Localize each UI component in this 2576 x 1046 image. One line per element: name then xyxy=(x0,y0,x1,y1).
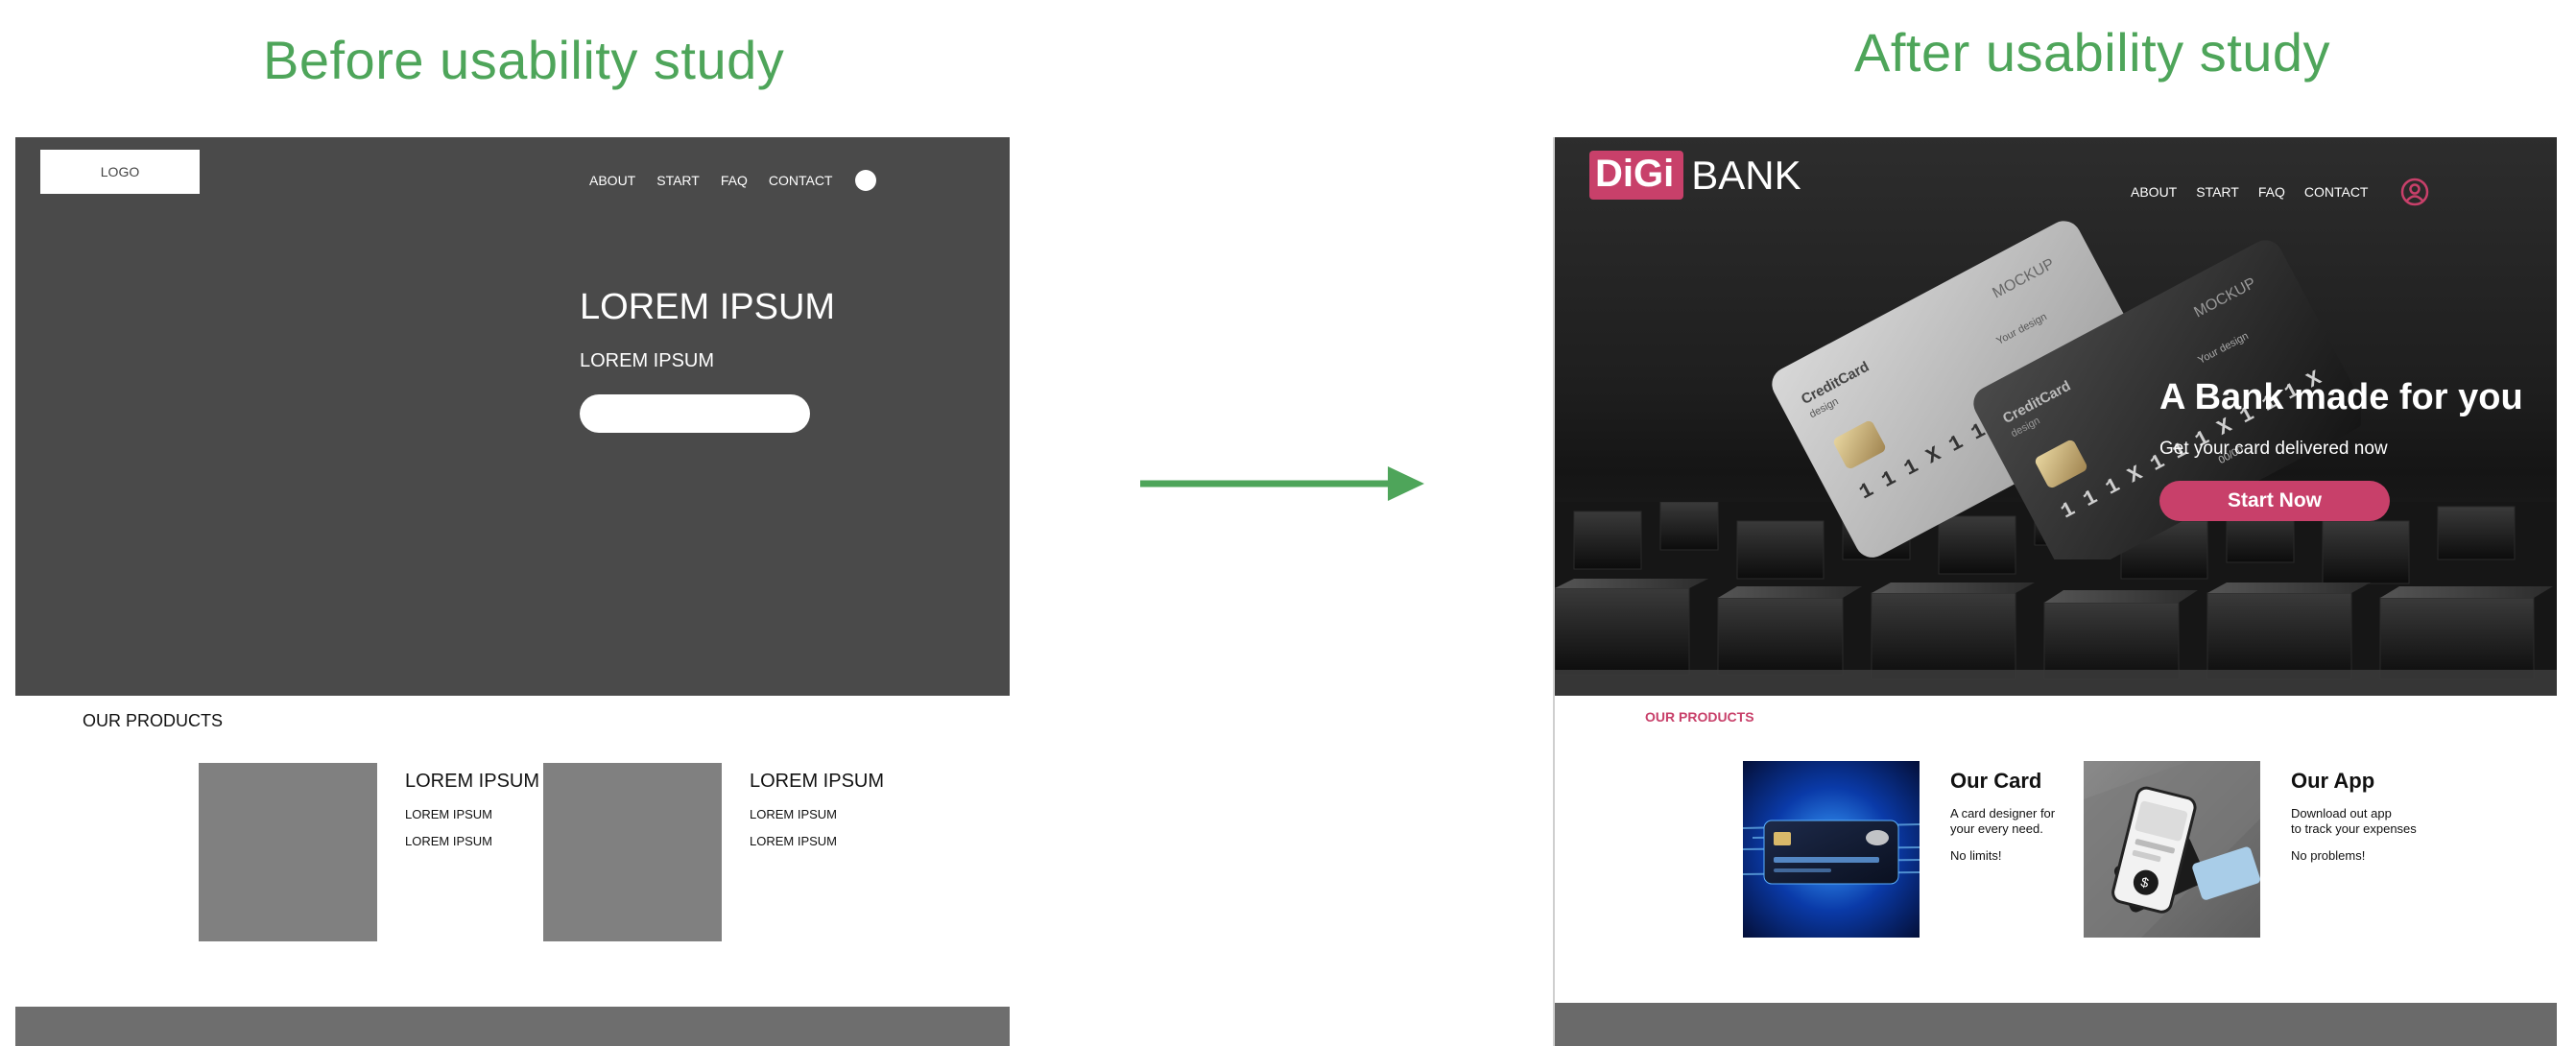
mockup-nav: ABOUT START FAQ CONTACT xyxy=(2131,178,2429,206)
nav-faq[interactable]: FAQ xyxy=(2258,184,2285,200)
wireframe-nav-start[interactable]: START xyxy=(656,173,700,188)
our-card-tagline: No limits! xyxy=(1950,848,2002,863)
our-app-image[interactable]: $ xyxy=(2084,761,2260,938)
before-heading: Before usability study xyxy=(263,30,785,90)
wireframe-logo[interactable]: LOGO xyxy=(40,150,200,194)
our-card-image[interactable] xyxy=(1743,761,1920,938)
wireframe-avatar-icon[interactable] xyxy=(855,170,877,191)
hero-subtitle: Get your card delivered now xyxy=(2159,439,2388,459)
wireframe-hero-subtitle: LOREM IPSUM xyxy=(580,350,715,371)
user-circle-icon[interactable] xyxy=(2400,178,2429,206)
wireframe-product-title: LOREM IPSUM xyxy=(405,771,540,792)
wireframe-nav-about[interactable]: ABOUT xyxy=(589,173,635,188)
wireframe-product-title: LOREM IPSUM xyxy=(750,771,885,792)
nav-start[interactable]: START xyxy=(2196,184,2239,200)
our-card-desc: A card designer for xyxy=(1950,806,2056,820)
mockup-logo[interactable]: DiGi BANK xyxy=(1589,151,1801,200)
wireframe-product-line: LOREM IPSUM xyxy=(750,807,838,821)
wireframe-product-line: LOREM IPSUM xyxy=(405,807,493,821)
wireframe-page: LOGO ABOUT START FAQ CONTACT LOREM IPSUM… xyxy=(15,137,1010,1046)
products-label: OUR PRODUCTS xyxy=(1645,709,1754,725)
our-card-desc: your every need. xyxy=(1950,821,2043,836)
start-now-button[interactable]: Start Now xyxy=(2159,481,2390,521)
wireframe-products-label: OUR PRODUCTS xyxy=(83,711,224,730)
wireframe-hero: LOGO ABOUT START FAQ CONTACT LOREM IPSUM… xyxy=(15,137,1010,696)
logo-text: BANK xyxy=(1691,152,1801,198)
our-card-title: Our Card xyxy=(1950,769,2042,793)
arrow-right-icon xyxy=(1140,466,1424,501)
wireframe-nav: ABOUT START FAQ CONTACT xyxy=(589,170,877,191)
wireframe-nav-contact[interactable]: CONTACT xyxy=(769,173,833,188)
wireframe-hero-title: LOREM IPSUM xyxy=(580,287,836,327)
our-app-desc: Download out app xyxy=(2291,806,2392,820)
wireframe-nav-faq[interactable]: FAQ xyxy=(721,173,748,188)
logo-mark: DiGi xyxy=(1589,151,1684,200)
mockup-hero: CreditCard design MOCKUP Your design 1 1… xyxy=(1555,137,2557,696)
hero-title: A Bank made for you xyxy=(2159,377,2523,417)
nav-contact[interactable]: CONTACT xyxy=(2304,184,2369,200)
wireframe-product-line: LOREM IPSUM xyxy=(750,834,838,848)
wireframe-product-image[interactable] xyxy=(199,763,377,941)
mockup-page: CreditCard design MOCKUP Your design 1 1… xyxy=(1553,137,2557,1046)
our-app-desc: to track your expenses xyxy=(2291,821,2417,836)
wireframe-footer xyxy=(15,1007,1010,1046)
comparison-page: Before usability study After usability s… xyxy=(0,0,2576,1046)
wireframe-product-line: LOREM IPSUM xyxy=(405,834,493,848)
our-app-title: Our App xyxy=(2291,769,2375,793)
mockup-footer xyxy=(1555,1003,2557,1046)
wireframe-product-image[interactable] xyxy=(543,763,722,941)
our-app-tagline: No problems! xyxy=(2291,848,2366,863)
nav-about[interactable]: ABOUT xyxy=(2131,184,2177,200)
wireframe-cta-button[interactable] xyxy=(580,394,810,433)
after-heading: After usability study xyxy=(1854,22,2331,83)
